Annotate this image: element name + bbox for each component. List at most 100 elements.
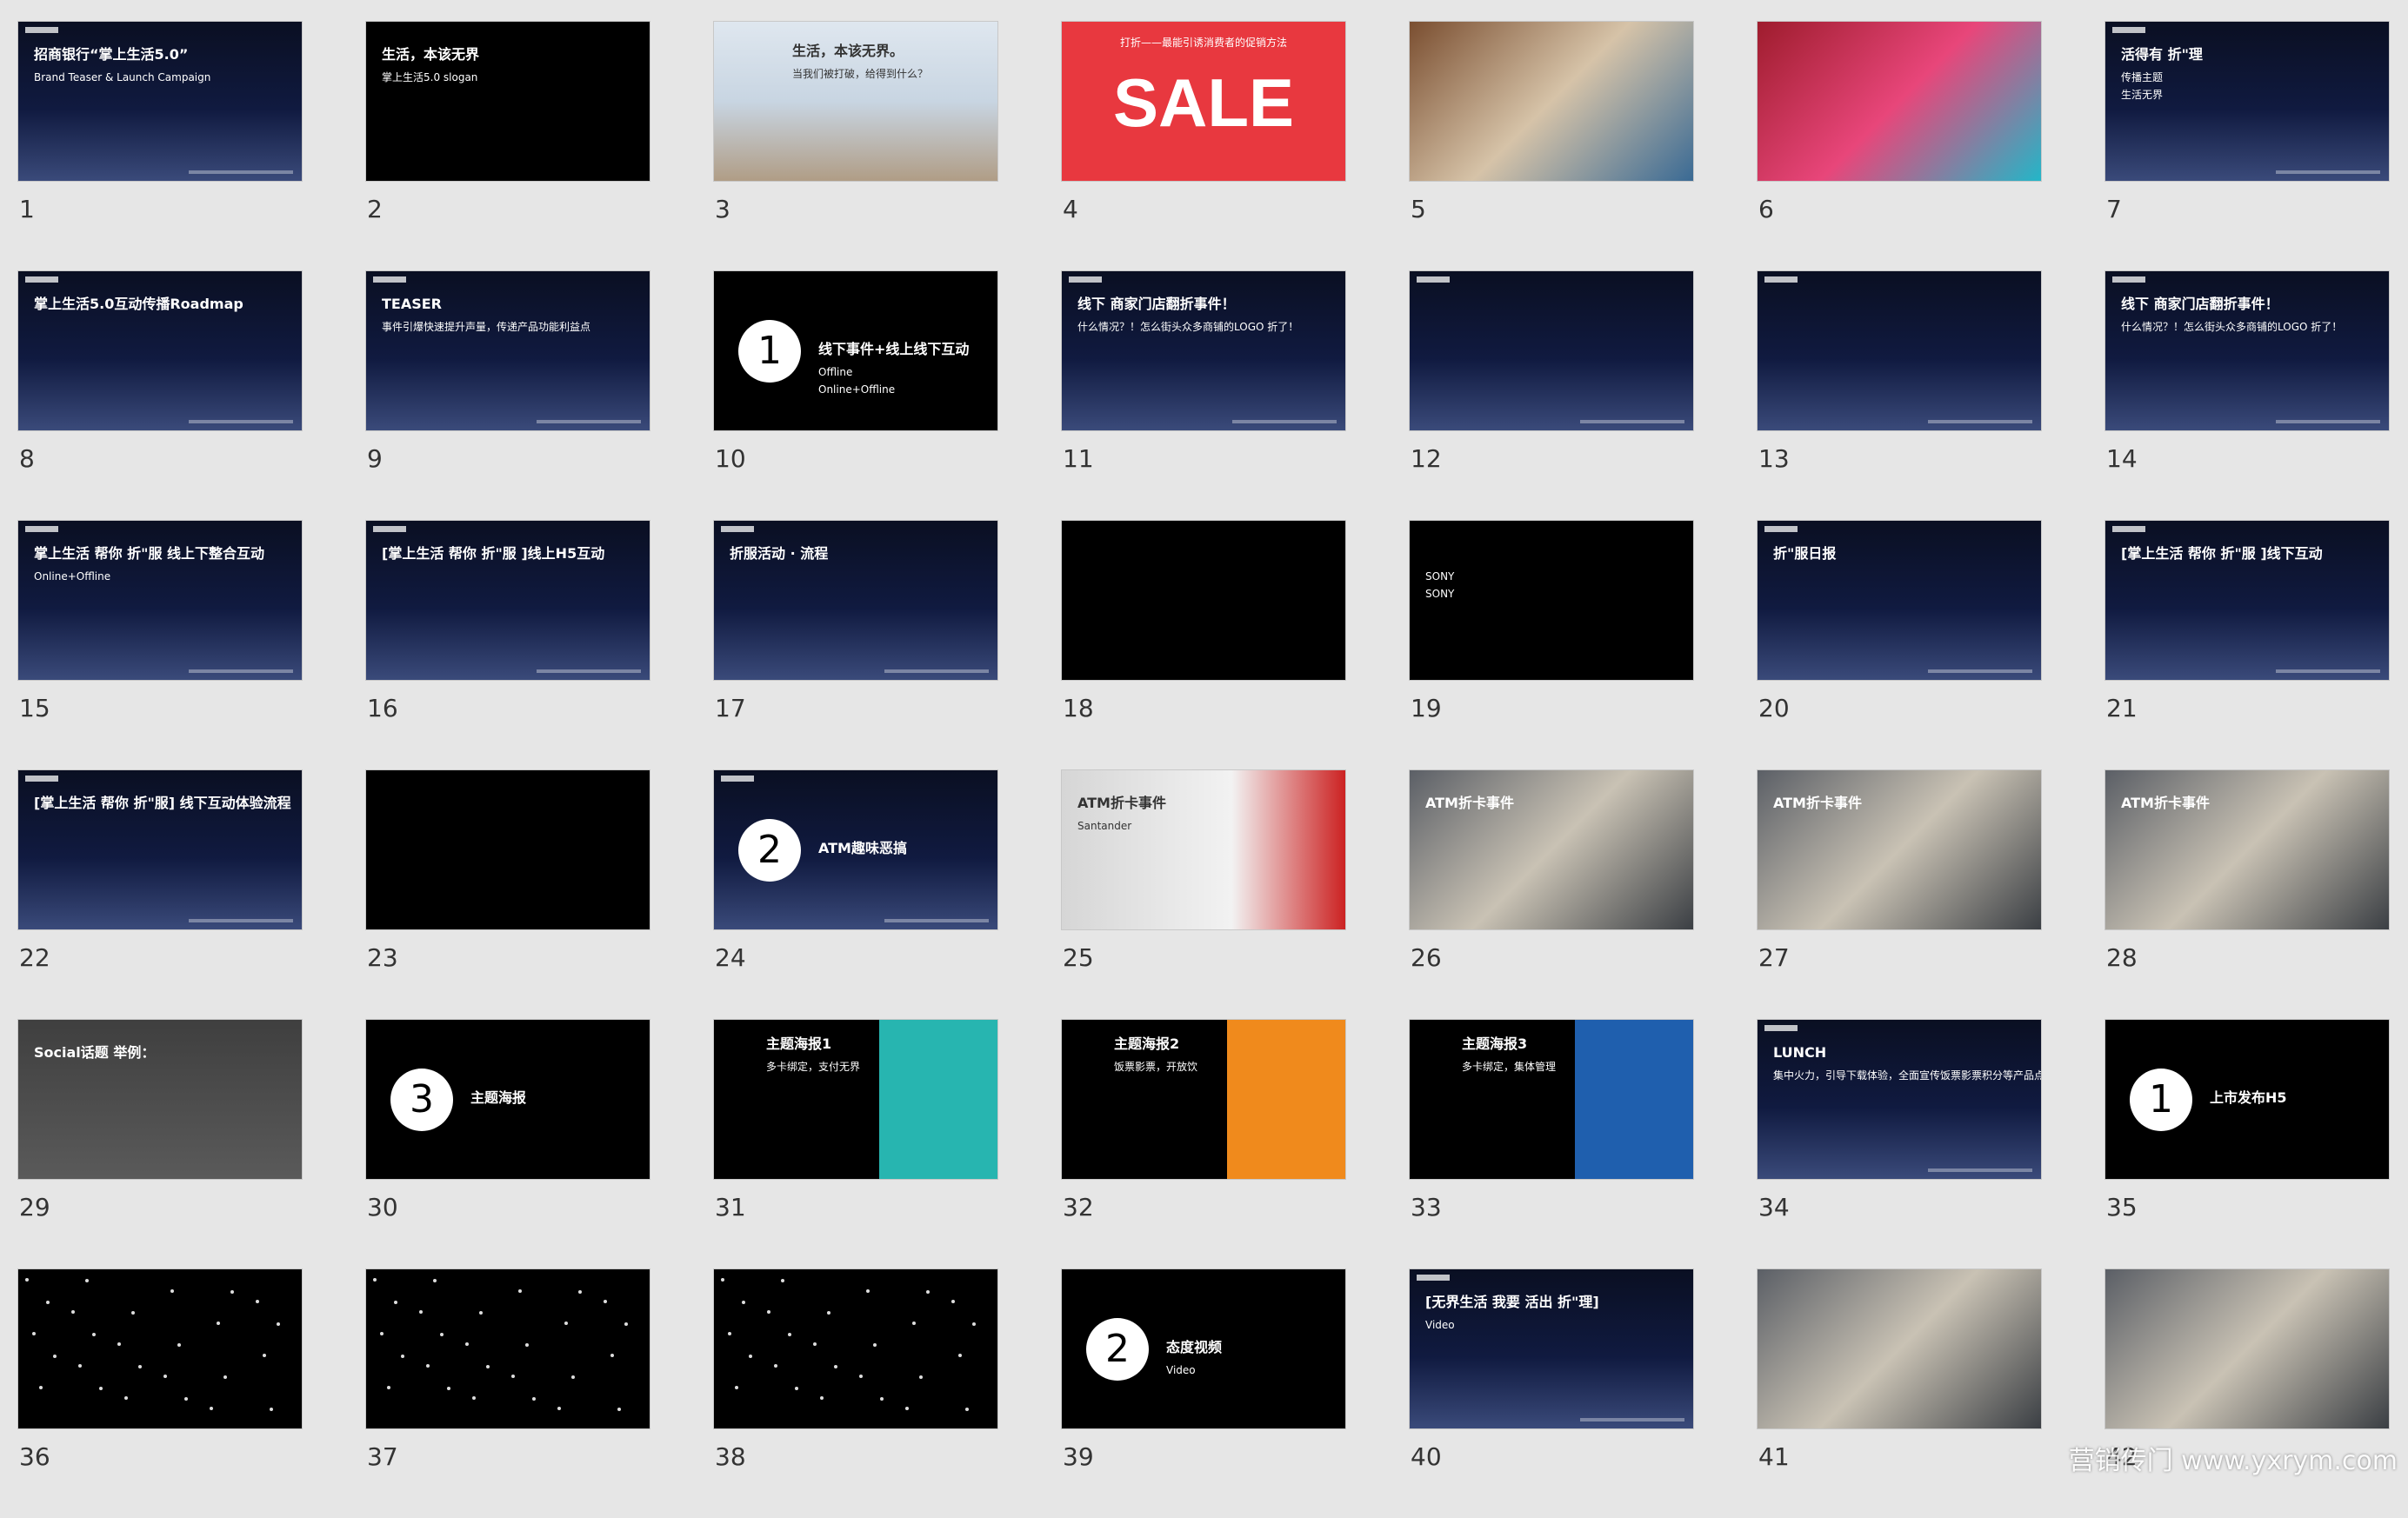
slide-text: Video — [1425, 1319, 1455, 1331]
slide-thumbnail[interactable]: ATM折卡事件 Santander — [1061, 769, 1346, 930]
slide-text: SONY — [1425, 570, 1455, 583]
slide-thumbnail[interactable]: 生活，本该无界。 当我们被打破，给得到什么？ — [713, 21, 998, 182]
star-dot-icon — [721, 1278, 724, 1282]
slide-footer — [189, 170, 293, 174]
slide-cell: 41 — [1757, 1268, 2042, 1518]
star-dot-icon — [571, 1375, 575, 1379]
slide-thumbnail[interactable]: TEASER 事件引爆快速提升声量，传递产品功能利益点 — [365, 270, 650, 431]
slide-thumbnail[interactable]: 主题海报3 多卡绑定，集体管理 — [1409, 1019, 1694, 1180]
slide-thumbnail[interactable] — [713, 1268, 998, 1429]
star-dot-icon — [263, 1354, 266, 1357]
star-dot-icon — [184, 1397, 188, 1401]
star-dot-icon — [92, 1333, 96, 1336]
slide-thumbnail[interactable]: ATM折卡事件 — [1409, 769, 1694, 930]
slide-title: 打折——最能引诱消费者的促销方法 — [1119, 37, 1287, 49]
slide-number: 5 — [1411, 195, 1426, 223]
bank-logo-icon — [1069, 276, 1102, 283]
slide-thumbnail[interactable]: ATM折卡事件 — [2104, 769, 2390, 930]
bank-logo-icon — [373, 526, 406, 532]
star-dot-icon — [604, 1300, 607, 1303]
slide-title: 折"服日报 — [1773, 545, 1837, 562]
slide-thumbnail[interactable] — [365, 1268, 650, 1429]
slide-thumbnail[interactable] — [1757, 21, 2042, 182]
slide-cell: 活得有 折"理 传播主题 生活无界 7 — [2104, 21, 2390, 270]
star-dot-icon — [380, 1332, 384, 1335]
slide-thumbnail[interactable]: 2 ATM趣味恶搞 — [713, 769, 998, 930]
slide-thumbnail[interactable]: 3 主题海报 — [365, 1019, 650, 1180]
slide-thumbnail[interactable] — [1757, 270, 2042, 431]
slide-text: 饭票影票，开放饮 — [1114, 1061, 1198, 1073]
slide-cell: 18 — [1061, 520, 1346, 769]
slide-title: 生活，本该无界 — [382, 46, 480, 63]
slide-sorter-grid: 招商银行“掌上生活5.0” Brand Teaser & Launch Campa… — [17, 21, 2390, 1518]
slide-cell: 掌上生活 帮你 折"服 线上下整合互动 Online+Offline 15 — [17, 520, 303, 769]
slide-thumbnail[interactable]: [掌上生活 帮你 折"服 ]线上H5互动 — [365, 520, 650, 681]
star-dot-icon — [912, 1322, 916, 1325]
slide-thumbnail[interactable]: LUNCH 集中火力，引导下载体验，全面宣传饭票影票积分等产品点。 — [1757, 1019, 2042, 1180]
slide-cell: LUNCH 集中火力，引导下载体验，全面宣传饭票影票积分等产品点。 34 — [1757, 1019, 2042, 1268]
slide-thumbnail[interactable]: 生活，本该无界 掌上生活5.0 slogan — [365, 21, 650, 182]
slide-number: 17 — [715, 694, 746, 722]
star-dot-icon — [53, 1355, 57, 1358]
slide-thumbnail[interactable] — [1409, 270, 1694, 431]
slide-thumbnail[interactable] — [17, 1268, 303, 1429]
section-number-badge: 1 — [2130, 1069, 2192, 1131]
slide-title: 主题海报2 — [1114, 1035, 1180, 1052]
slide-cell: 折服活动 · 流程 17 — [713, 520, 998, 769]
slide-cell: 线下 商家门店翻折事件！ 什么情况？！怎么街头众多商铺的LOGO 折了！ 14 — [2104, 270, 2390, 520]
slide-thumbnail[interactable]: Social话题 举例： — [17, 1019, 303, 1180]
section-number-badge: 2 — [738, 819, 801, 882]
slide-thumbnail[interactable]: 主题海报2 饭票影票，开放饮 — [1061, 1019, 1346, 1180]
star-dot-icon — [270, 1408, 273, 1411]
slide-title: 招商银行“掌上生活5.0” — [34, 46, 189, 63]
star-dot-icon — [433, 1279, 437, 1282]
slide-footer — [884, 919, 989, 922]
slide-thumbnail[interactable]: 折"服日报 — [1757, 520, 2042, 681]
slide-thumbnail[interactable] — [365, 769, 650, 930]
slide-thumbnail[interactable]: 掌上生活 帮你 折"服 线上下整合互动 Online+Offline — [17, 520, 303, 681]
slide-thumbnail[interactable] — [1757, 1268, 2042, 1429]
slide-cell: 42 — [2104, 1268, 2390, 1518]
slide-thumbnail[interactable]: 活得有 折"理 传播主题 生活无界 — [2104, 21, 2390, 182]
slide-thumbnail[interactable]: 2 态度视频 Video — [1061, 1268, 1346, 1429]
slide-thumbnail[interactable] — [2104, 1268, 2390, 1429]
slide-number: 39 — [1063, 1442, 1094, 1471]
slide-title: 折服活动 · 流程 — [730, 545, 829, 562]
section-number-badge: 3 — [390, 1069, 453, 1131]
slide-thumbnail[interactable] — [1409, 21, 1694, 182]
slide-thumbnail[interactable] — [1061, 520, 1346, 681]
slide-thumbnail[interactable]: SONY SONY — [1409, 520, 1694, 681]
slide-cell: 13 — [1757, 270, 2042, 520]
slide-thumbnail[interactable]: [掌上生活 帮你 折"服] 线下互动体验流程 — [17, 769, 303, 930]
slide-title: 掌上生活5.0互动传播Roadmap — [34, 296, 243, 312]
slide-cell: 招商银行“掌上生活5.0” Brand Teaser & Launch Campa… — [17, 21, 303, 270]
slide-number: 30 — [367, 1193, 398, 1222]
slide-thumbnail[interactable]: 招商银行“掌上生活5.0” Brand Teaser & Launch Campa… — [17, 21, 303, 182]
slide-thumbnail[interactable]: 掌上生活5.0互动传播Roadmap — [17, 270, 303, 431]
star-dot-icon — [728, 1332, 731, 1335]
slide-thumbnail[interactable]: ATM折卡事件 — [1757, 769, 2042, 930]
slide-number: 1 — [19, 195, 35, 223]
star-dot-icon — [426, 1364, 430, 1368]
slide-title: ATM折卡事件 — [2121, 795, 2210, 811]
slide-thumbnail[interactable]: 主题海报1 多卡绑定，支付无界 — [713, 1019, 998, 1180]
slide-cell: 3 主题海报 30 — [365, 1019, 650, 1268]
section-number-badge: 1 — [738, 320, 801, 383]
slide-footer — [189, 420, 293, 423]
slide-footer — [189, 669, 293, 673]
star-dot-icon — [735, 1386, 738, 1389]
slide-title: 主题海报 — [470, 1089, 527, 1106]
slide-title: 态度视频 — [1166, 1339, 1223, 1355]
slide-thumbnail[interactable]: [无界生活 我要 活出 折"理] Video — [1409, 1268, 1694, 1429]
slide-thumbnail[interactable]: [掌上生活 帮你 折"服 ]线下互动 — [2104, 520, 2390, 681]
slide-thumbnail[interactable]: 1 线下事件+线上线下互动 Offline Online+Offline — [713, 270, 998, 431]
slide-thumbnail[interactable]: 线下 商家门店翻折事件！ 什么情况？！怎么街头众多商铺的LOGO 折了！ — [1061, 270, 1346, 431]
slide-thumbnail[interactable]: 1 上市发布H5 — [2104, 1019, 2390, 1180]
slide-number: 10 — [715, 444, 746, 473]
slide-cell: 1 上市发布H5 35 — [2104, 1019, 2390, 1268]
slide-thumbnail[interactable]: 线下 商家门店翻折事件！ 什么情况？！怎么街头众多商铺的LOGO 折了！ — [2104, 270, 2390, 431]
slide-cell: 主题海报2 饭票影票，开放饮 32 — [1061, 1019, 1346, 1268]
slide-thumbnail[interactable]: 折服活动 · 流程 — [713, 520, 998, 681]
star-dot-icon — [919, 1375, 923, 1379]
slide-thumbnail[interactable]: 打折——最能引诱消费者的促销方法 SALE — [1061, 21, 1346, 182]
